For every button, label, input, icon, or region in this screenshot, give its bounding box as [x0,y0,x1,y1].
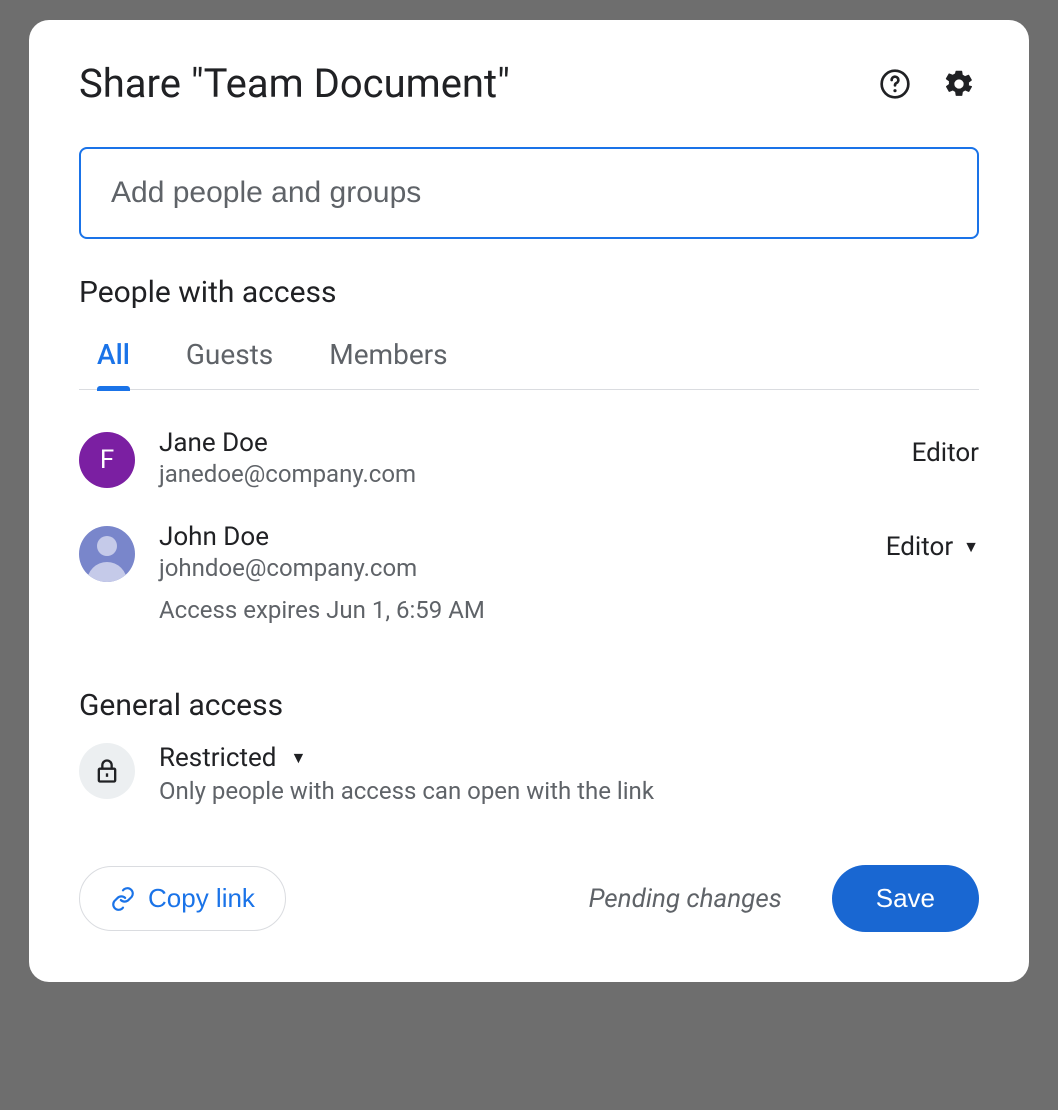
role-dropdown[interactable]: Editor ▼ [886,522,979,562]
role-label: Editor [912,428,979,468]
copy-link-button[interactable]: Copy link [79,866,286,931]
chevron-down-icon: ▼ [290,748,306,768]
share-dialog: Share "Team Document" People with access… [29,20,1029,982]
access-expiry-note: Access expires Jun 1, 6:59 AM [159,596,886,624]
access-tabs: All Guests Members [79,330,979,390]
pending-changes-label: Pending changes [589,884,782,914]
help-icon [879,68,911,100]
chevron-down-icon: ▼ [963,537,979,557]
person-info: Jane Doe janedoe@company.com [159,428,912,488]
tab-guests[interactable]: Guests [186,330,273,389]
dialog-footer: Copy link Pending changes Save [79,865,979,932]
person-row: F Jane Doe janedoe@company.com Editor [79,418,979,512]
general-access-mode-dropdown[interactable]: Restricted ▼ [159,743,979,773]
copy-link-label: Copy link [148,883,255,914]
save-button[interactable]: Save [832,865,979,932]
person-email: johndoe@company.com [159,554,886,582]
person-name: John Doe [159,522,886,552]
role-text: Editor [886,532,953,562]
lock-icon-wrap [79,743,135,799]
help-button[interactable] [875,64,915,104]
settings-button[interactable] [939,64,979,104]
person-row: John Doe johndoe@company.com Access expi… [79,512,979,648]
dialog-header: Share "Team Document" [79,60,979,107]
general-access-description: Only people with access can open with th… [159,777,979,805]
avatar [79,526,135,582]
dialog-title: Share "Team Document" [79,60,510,107]
header-actions [875,64,979,104]
avatar: F [79,432,135,488]
tab-members[interactable]: Members [329,330,447,389]
person-email: janedoe@company.com [159,460,912,488]
link-icon [110,886,136,912]
tab-all[interactable]: All [97,330,130,389]
person-name: Jane Doe [159,428,912,458]
role-text: Editor [912,438,979,468]
general-access-row: Restricted ▼ Only people with access can… [79,743,979,805]
general-access-mode: Restricted [159,743,276,773]
gear-icon [943,68,975,100]
general-access-info: Restricted ▼ Only people with access can… [159,743,979,805]
people-section-title: People with access [79,275,979,310]
general-access-title: General access [79,688,979,723]
person-info: John Doe johndoe@company.com Access expi… [159,522,886,624]
lock-icon [93,757,121,785]
add-people-field[interactable] [79,147,979,239]
add-people-input[interactable] [109,175,949,211]
general-access-section: General access Restricted ▼ Only people … [79,688,979,805]
